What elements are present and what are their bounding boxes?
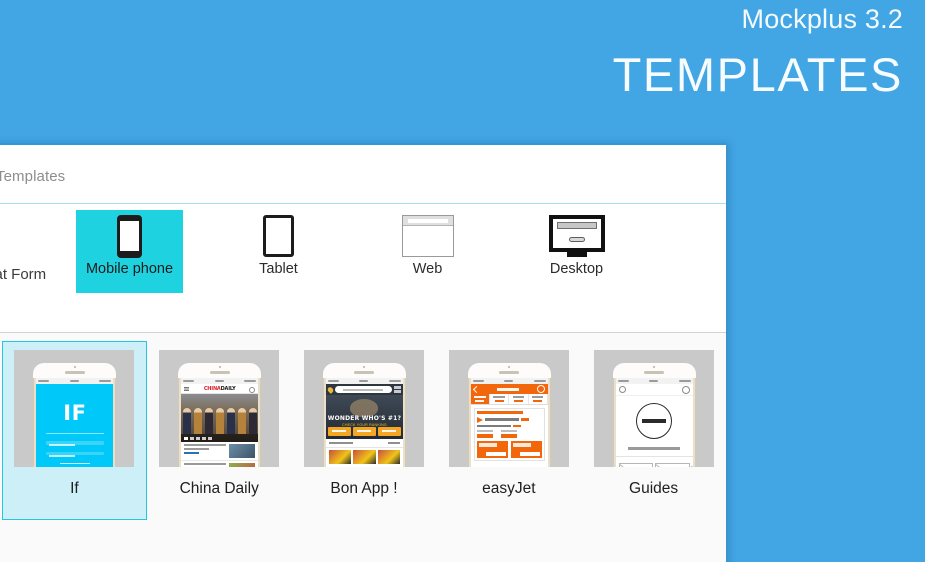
template-name: easyJet <box>482 480 536 497</box>
platform-row: Flat Form Mobile phone Tablet <box>0 204 726 333</box>
phone-mock: CHINADAILY <box>178 363 262 467</box>
template-thumbnail: CHINADAILY <box>159 350 280 467</box>
search-icon <box>618 386 626 393</box>
bon-app-headline: WONDER WHO'S #1? <box>327 415 402 422</box>
promo-title: TEMPLATES <box>612 48 903 101</box>
phone-mock <box>612 363 696 467</box>
platform-option-label: Tablet <box>259 261 298 277</box>
platform-option-label: Mobile phone <box>85 261 174 277</box>
template-thumbnail <box>593 350 714 467</box>
template-name: Bon App ! <box>330 480 398 497</box>
template-card-bon-app[interactable]: WONDER WHO'S #1? CHECK YOUR RANKING Bon … <box>292 341 437 520</box>
template-card-china-daily[interactable]: CHINADAILY China Daily <box>147 341 292 520</box>
platform-option-label: Desktop <box>549 261 604 277</box>
tablet-icon <box>225 210 332 262</box>
promo-header: Mockplus 3.2 TEMPLATES <box>0 0 925 101</box>
if-logo-text: IF <box>63 401 87 425</box>
template-thumbnail: WONDER WHO'S #1? CHECK YOUR RANKING <box>303 350 424 467</box>
window-titlebar: Templates <box>0 145 726 204</box>
phone-mock: WONDER WHO'S #1? CHECK YOUR RANKING <box>322 363 406 467</box>
phone-mock: IF <box>33 363 117 467</box>
window-title: Templates <box>0 168 66 185</box>
template-card-if[interactable]: IF If <box>2 341 147 520</box>
template-thumbnail <box>448 350 569 467</box>
templates-window: Templates Flat Form Mobile phone Tablet <box>0 143 726 562</box>
desktop-monitor-icon <box>523 210 630 262</box>
templates-grid-area: IF If CHINADAILY China Daily WONDER WHO'… <box>0 333 726 562</box>
gear-icon <box>681 385 690 394</box>
promo-version-label: Mockplus 3.2 <box>741 4 903 34</box>
web-browser-icon <box>374 210 481 262</box>
template-card-easyjet[interactable]: easyJet <box>436 341 581 520</box>
platform-option-label: Web <box>412 261 443 277</box>
template-card-guides[interactable]: Guides <box>581 341 726 520</box>
platform-option-mobile-phone[interactable]: Mobile phone <box>76 210 183 293</box>
platform-option-web[interactable]: Web <box>374 210 481 293</box>
template-name: Guides <box>629 480 679 497</box>
phone-mock <box>467 363 551 467</box>
platform-option-desktop[interactable]: Desktop <box>523 210 630 293</box>
platform-options: Mobile phone Tablet Web Desktop <box>76 210 630 293</box>
templates-grid: IF If CHINADAILY China Daily WONDER WHO'… <box>0 341 726 520</box>
china-daily-logo-left: CHINA <box>203 385 221 392</box>
platform-option-tablet[interactable]: Tablet <box>225 210 332 293</box>
china-daily-logo-right: DAILY <box>220 385 236 392</box>
template-name: If <box>70 480 79 497</box>
mobile-phone-icon <box>76 210 183 262</box>
template-name: China Daily <box>179 480 259 497</box>
template-thumbnail: IF <box>14 350 135 467</box>
screen-root: Mockplus 3.2 TEMPLATES Templates Flat Fo… <box>0 0 925 562</box>
platform-label: Flat Form <box>0 266 47 283</box>
